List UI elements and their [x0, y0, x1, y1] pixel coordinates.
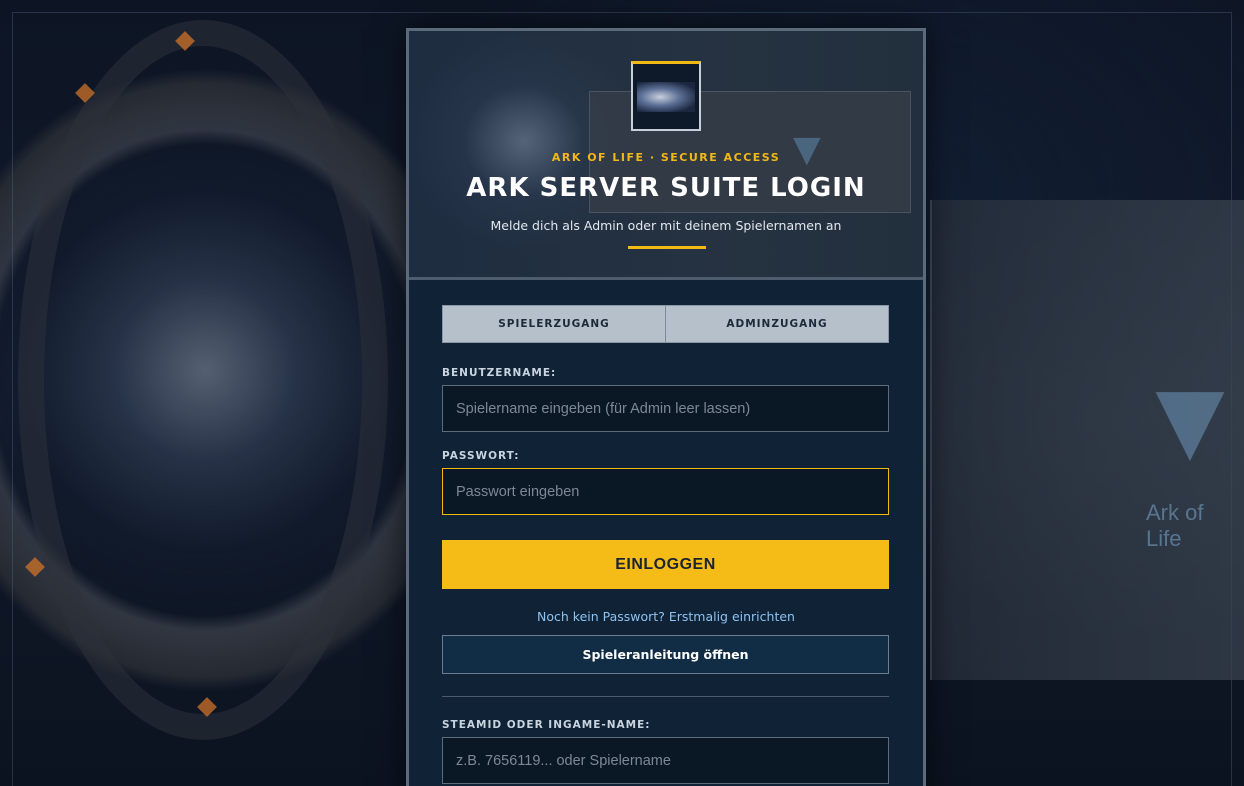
ark-emblem-icon: ▼: [1155, 367, 1225, 472]
login-header: ▼ ARK OF LIFE · SECURE ACCESS ARK SERVER…: [409, 31, 923, 280]
logo: [631, 61, 701, 131]
login-button[interactable]: EINLOGGEN: [442, 540, 889, 589]
password-input[interactable]: [442, 468, 889, 515]
background-ship-label: Ark of Life: [1146, 500, 1204, 551]
header-eyebrow: ARK OF LIFE · SECURE ACCESS: [551, 151, 781, 164]
access-tabs: SPIELERZUGANG ADMINZUGANG: [442, 305, 889, 343]
section-divider: [442, 696, 889, 697]
first-time-setup-link[interactable]: Noch kein Passwort? Erstmalig einrichten: [409, 609, 923, 624]
username-label: BENUTZERNAME:: [442, 367, 557, 379]
login-card: ▼ ARK OF LIFE · SECURE ACCESS ARK SERVER…: [406, 28, 926, 786]
background-stargate-ring: [18, 20, 388, 740]
logo-image: [637, 81, 695, 112]
header-underline: [628, 246, 706, 249]
page-subtitle: Melde dich als Admin oder mit deinem Spi…: [490, 218, 842, 233]
steamid-input[interactable]: [442, 737, 889, 784]
tab-player-access[interactable]: SPIELERZUGANG: [443, 306, 665, 342]
password-label: PASSWORT:: [442, 450, 520, 462]
player-guide-button[interactable]: Spieleranleitung öffnen: [442, 635, 889, 674]
tab-admin-access[interactable]: ADMINZUGANG: [665, 306, 888, 342]
username-input[interactable]: [442, 385, 889, 432]
steamid-label: STEAMID ODER INGAME-NAME:: [442, 719, 651, 731]
page-title: ARK SERVER SUITE LOGIN: [466, 173, 866, 203]
